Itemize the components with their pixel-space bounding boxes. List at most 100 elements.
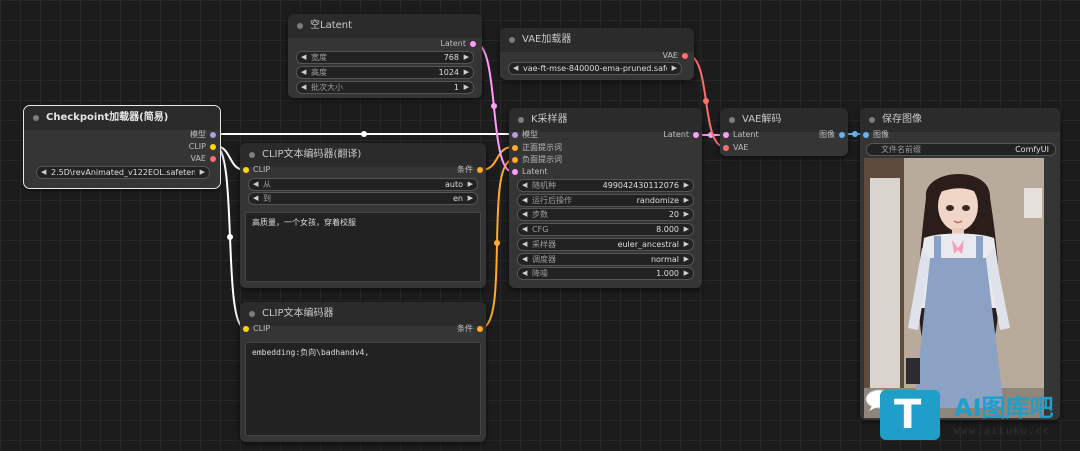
input-vae[interactable]: VAE [723, 143, 749, 153]
output-conditioning[interactable]: 条件 [457, 165, 483, 175]
increment-arrow-icon[interactable]: ▶ [464, 52, 469, 63]
widget-batch-size[interactable]: ◀ 批次大小 1 ▶ [296, 81, 474, 94]
decrement-arrow-icon[interactable]: ◀ [522, 268, 527, 279]
node-title[interactable]: K采样器 [509, 108, 702, 132]
widget-control-after-generate[interactable]: ◀ 运行后操作 randomize ▶ [517, 194, 694, 207]
collapse-dot-icon[interactable] [249, 311, 255, 317]
next-arrow-icon[interactable]: ▶ [684, 195, 689, 206]
collapse-dot-icon[interactable] [518, 117, 524, 123]
node-title[interactable]: CLIP文本编码器 [240, 302, 486, 326]
output-pin-icon[interactable] [682, 53, 688, 59]
input-pin-icon[interactable] [243, 326, 249, 332]
node-ksampler[interactable]: K采样器 模型 正面提示词 负面提示词 Latent Latent ◀ 随机种 49… [509, 108, 702, 288]
output-pin-icon[interactable] [477, 326, 483, 332]
node-title[interactable]: VAE加载器 [500, 28, 694, 52]
output-latent[interactable]: Latent [663, 130, 699, 140]
output-clip[interactable]: CLIP [189, 142, 216, 152]
increment-arrow-icon[interactable]: ▶ [464, 82, 469, 93]
collapse-dot-icon[interactable] [249, 152, 255, 158]
next-arrow-icon[interactable]: ▶ [672, 63, 677, 74]
node-checkpoint-loader[interactable]: Checkpoint加载器(简易) 模型 CLIP VAE ◀ 2.5D\revA… [23, 105, 221, 189]
decrement-arrow-icon[interactable]: ◀ [301, 52, 306, 63]
collapse-dot-icon[interactable] [509, 37, 515, 43]
widget-ckpt-name[interactable]: ◀ 2.5D\revAnimated_v122EOL.safetensors ▶ [36, 166, 210, 179]
output-pin-icon[interactable] [210, 132, 216, 138]
output-pin-icon[interactable] [693, 132, 699, 138]
output-pin-icon[interactable] [839, 132, 845, 138]
input-pin-icon[interactable] [512, 132, 518, 138]
collapse-dot-icon[interactable] [729, 117, 735, 123]
output-pin-icon[interactable] [470, 41, 476, 47]
input-latent[interactable]: Latent [512, 167, 548, 177]
input-latent[interactable]: Latent [723, 130, 759, 140]
prompt-textarea[interactable]: 高质量，一个女孩，穿着校服 [245, 212, 481, 282]
widget-steps[interactable]: ◀ 步数 20 ▶ [517, 208, 694, 221]
input-image[interactable]: 图像 [863, 130, 889, 140]
widget-vae-name[interactable]: ◀ vae-ft-mse-840000-ema-pruned.safetensor… [508, 62, 682, 75]
widget-sampler-name[interactable]: ◀ 采样器 euler_ancestral ▶ [517, 238, 694, 251]
node-vae-loader[interactable]: VAE加载器 VAE ◀ vae-ft-mse-840000-ema-pruned… [500, 28, 694, 80]
collapse-dot-icon[interactable] [869, 117, 875, 123]
node-save-image[interactable]: 保存图像 图像 文件名前缀 ComfyUI [860, 108, 1060, 420]
output-model[interactable]: 模型 [190, 130, 216, 140]
next-arrow-icon[interactable]: ▶ [684, 254, 689, 265]
prompt-textarea[interactable]: embedding:负向\badhandv4, [245, 342, 481, 436]
output-vae[interactable]: VAE [663, 51, 688, 61]
decrement-arrow-icon[interactable]: ◀ [301, 67, 306, 78]
node-title[interactable]: 空Latent [288, 14, 482, 38]
prev-arrow-icon[interactable]: ◀ [253, 193, 258, 204]
increment-arrow-icon[interactable]: ▶ [684, 268, 689, 279]
input-clip[interactable]: CLIP [243, 165, 270, 175]
input-clip[interactable]: CLIP [243, 324, 270, 334]
input-pin-icon[interactable] [512, 145, 518, 151]
prev-arrow-icon[interactable]: ◀ [513, 63, 518, 74]
decrement-arrow-icon[interactable]: ◀ [522, 180, 527, 191]
node-empty-latent[interactable]: 空Latent Latent ◀ 宽度 768 ▶ ◀ 高度 1024 ▶ ◀ 批次大小 1 ▶ [288, 14, 482, 98]
node-title[interactable]: Checkpoint加载器(简易) [24, 106, 220, 130]
node-clip-text-encode-translate[interactable]: CLIP文本编码器(翻译) CLIP 条件 ◀ 从 auto ▶ ◀ 到 en ▶ 高质量，… [240, 143, 486, 288]
next-arrow-icon[interactable]: ▶ [684, 239, 689, 250]
prev-arrow-icon[interactable]: ◀ [41, 167, 46, 178]
output-pin-icon[interactable] [210, 156, 216, 162]
input-pin-icon[interactable] [243, 167, 249, 173]
next-arrow-icon[interactable]: ▶ [468, 179, 473, 190]
widget-filename-prefix[interactable]: 文件名前缀 ComfyUI [866, 143, 1056, 156]
output-conditioning[interactable]: 条件 [457, 324, 483, 334]
input-pin-icon[interactable] [512, 169, 518, 175]
node-title[interactable]: 保存图像 [860, 108, 1060, 132]
prev-arrow-icon[interactable]: ◀ [522, 195, 527, 206]
output-pin-icon[interactable] [210, 144, 216, 150]
widget-scheduler[interactable]: ◀ 调度器 normal ▶ [517, 253, 694, 266]
widget-denoise[interactable]: ◀ 降噪 1.000 ▶ [517, 267, 694, 280]
output-vae[interactable]: VAE [191, 154, 216, 164]
decrement-arrow-icon[interactable]: ◀ [522, 224, 527, 235]
widget-width[interactable]: ◀ 宽度 768 ▶ [296, 51, 474, 64]
output-pin-icon[interactable] [477, 167, 483, 173]
widget-seed[interactable]: ◀ 随机种 499042430112076 ▶ [517, 179, 694, 192]
node-clip-text-encode[interactable]: CLIP文本编码器 CLIP 条件 embedding:负向\badhandv4… [240, 302, 486, 442]
decrement-arrow-icon[interactable]: ◀ [301, 82, 306, 93]
prev-arrow-icon[interactable]: ◀ [522, 254, 527, 265]
input-negative[interactable]: 负面提示词 [512, 155, 562, 165]
decrement-arrow-icon[interactable]: ◀ [522, 209, 527, 220]
input-pin-icon[interactable] [723, 145, 729, 151]
next-arrow-icon[interactable]: ▶ [200, 167, 205, 178]
increment-arrow-icon[interactable]: ▶ [684, 209, 689, 220]
node-title[interactable]: CLIP文本编码器(翻译) [240, 143, 486, 167]
output-latent[interactable]: Latent [440, 39, 476, 49]
widget-cfg[interactable]: ◀ CFG 8.000 ▶ [517, 223, 694, 236]
increment-arrow-icon[interactable]: ▶ [684, 224, 689, 235]
input-pin-icon[interactable] [723, 132, 729, 138]
input-pin-icon[interactable] [863, 132, 869, 138]
widget-to-language[interactable]: ◀ 到 en ▶ [248, 192, 478, 205]
increment-arrow-icon[interactable]: ▶ [464, 67, 469, 78]
output-image[interactable]: 图像 [819, 130, 845, 140]
input-model[interactable]: 模型 [512, 130, 538, 140]
next-arrow-icon[interactable]: ▶ [468, 193, 473, 204]
node-vae-decode[interactable]: VAE解码 Latent VAE 图像 [720, 108, 848, 156]
increment-arrow-icon[interactable]: ▶ [684, 180, 689, 191]
widget-from-language[interactable]: ◀ 从 auto ▶ [248, 178, 478, 191]
widget-height[interactable]: ◀ 高度 1024 ▶ [296, 66, 474, 79]
node-title[interactable]: VAE解码 [720, 108, 848, 132]
prev-arrow-icon[interactable]: ◀ [522, 239, 527, 250]
